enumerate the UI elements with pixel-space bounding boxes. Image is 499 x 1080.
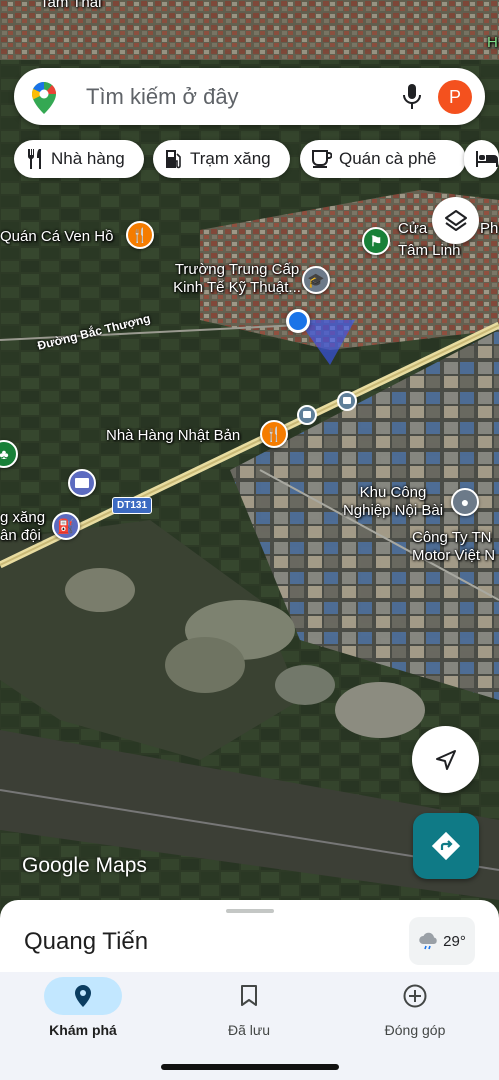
chip-label: Trạm xăng [190,149,271,168]
poi-label-industrial-park[interactable]: Khu Công Nghiệp Nội Bài [330,484,456,520]
current-location-dot [286,309,310,333]
gas-station-icon [166,150,181,169]
current-area-title: Quang Tiến [24,928,149,955]
add-circle-icon [403,984,427,1008]
poi-label-gate[interactable]: Cửa [398,220,427,238]
bus-stop-icon[interactable] [297,405,317,425]
search-bar[interactable]: Tìm kiếm ở đây P [14,68,485,125]
poi-label-quan-ca-ven-ho[interactable]: Quán Cá Ven Hồ [0,228,113,246]
location-pin-icon [75,985,91,1007]
restaurant-pin-icon[interactable]: 🍴 [260,420,288,448]
coffee-cup-icon [312,150,332,168]
restaurant-pin-icon[interactable]: 🍴 [126,221,154,249]
place-pin-icon[interactable]: ● [451,488,479,516]
poi-label-gas-station[interactable]: g xăng ân đội [0,509,45,545]
chip-cafes[interactable]: Quán cà phê [300,140,466,178]
nav-contribute[interactable]: Đóng góp [332,972,498,1052]
layers-icon [444,209,467,231]
sheet-drag-handle[interactable] [226,909,274,913]
directions-icon [431,831,461,861]
nav-label: Đã lưu [227,1022,271,1038]
school-pin-icon[interactable]: 🎓 [302,266,330,294]
chip-hotels[interactable] [464,140,499,178]
nav-saved[interactable]: Đã lưu [166,972,332,1052]
nav-label: Khám phá [49,1022,117,1038]
chip-gas-stations[interactable]: Trạm xăng [153,140,290,178]
weather-chip[interactable]: 29° [409,917,475,965]
nav-contribute-pill[interactable] [376,977,454,1015]
bed-icon [476,151,498,167]
poi-label-company[interactable]: Công Ty TN Motor Việt N [412,529,495,565]
chip-restaurants[interactable]: Nhà hàng [14,140,144,178]
my-location-button[interactable] [412,726,479,793]
temperature: 29° [443,932,466,950]
poi-label-school[interactable]: Trường Trung Cấp Kinh Tế Kỹ Thuật... [157,261,317,297]
home-indicator[interactable] [161,1064,339,1070]
google-maps-attribution: Google Maps [22,854,147,877]
gas-station-pin-icon[interactable]: ⛽ [52,512,80,540]
bus-stop-icon[interactable] [337,391,357,411]
nav-explore[interactable]: Khám phá [0,972,166,1052]
chip-label: Nhà hàng [51,149,125,168]
atm-pin-icon[interactable] [68,469,96,497]
google-maps-logo-icon [32,82,56,119]
poi-label-tam-linh[interactable]: Tâm Linh [398,242,461,260]
directions-button[interactable] [413,813,479,879]
layers-button[interactable] [432,197,479,244]
area-label-tam-thai: Tam Thái [40,0,102,11]
nav-explore-pill[interactable] [44,977,122,1015]
flag-pin-icon[interactable]: ⚑ [362,227,390,255]
avatar[interactable]: P [438,80,472,114]
search-input[interactable]: Tìm kiếm ở đây [86,84,239,110]
microphone-icon[interactable] [402,84,422,115]
fork-knife-icon [27,149,41,169]
area-label-edge: H [487,34,498,51]
cloud-rain-icon [419,932,437,950]
poi-label-nha-hang-nhat-ban[interactable]: Nhà Hàng Nhật Bản [106,427,240,445]
nav-saved-pill[interactable] [210,977,288,1015]
nav-label: Đóng góp [384,1022,446,1038]
navigation-arrow-icon [435,749,456,770]
chip-label: Quán cà phê [339,149,437,168]
bookmark-icon [241,985,257,1006]
poi-label-gate-2[interactable]: Phú [480,220,499,238]
road-shield: DT131 [112,497,153,514]
